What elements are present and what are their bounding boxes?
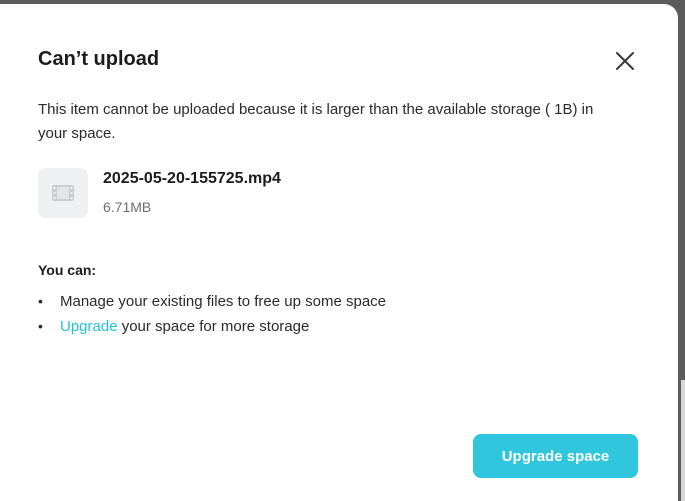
option-upgrade: • Upgrade your space for more storage <box>38 315 386 340</box>
dialog-title: Can’t upload <box>38 48 160 70</box>
option-upgrade-text: your space for more storage <box>117 318 310 335</box>
file-name: 2025-05-20-155725.mp4 <box>103 170 281 187</box>
file-thumbnail <box>38 168 88 218</box>
file-size: 6.71MB <box>103 199 152 215</box>
video-file-icon <box>52 185 74 201</box>
options-list: • Manage your existing files to free up s… <box>38 290 386 340</box>
upgrade-link[interactable]: Upgrade <box>60 318 118 335</box>
bullet: • <box>38 293 43 309</box>
upgrade-space-button[interactable]: Upgrade space <box>473 434 638 478</box>
cant-upload-dialog: Can’t upload This item cannot be uploade… <box>0 4 678 501</box>
background-window-edge <box>681 380 685 501</box>
close-button[interactable] <box>612 48 638 74</box>
option-manage-files: • Manage your existing files to free up s… <box>38 290 386 315</box>
close-icon <box>616 52 634 70</box>
option-manage-files-text: Manage your existing files to free up so… <box>60 293 387 310</box>
options-heading: You can: <box>38 262 97 278</box>
bullet: • <box>38 318 43 334</box>
dialog-message: This item cannot be uploaded because it … <box>38 101 594 142</box>
